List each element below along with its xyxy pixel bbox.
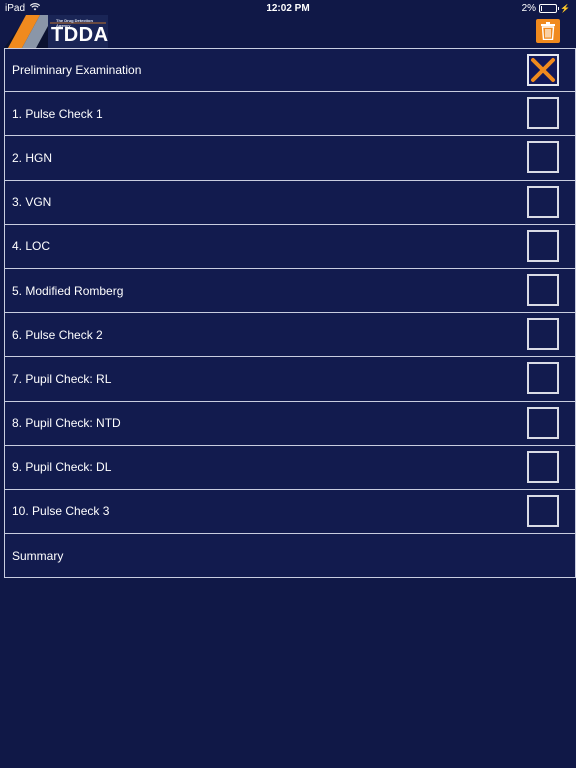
x-mark-icon bbox=[531, 58, 555, 82]
app-header: The Drug Detection Agency TDDA bbox=[0, 15, 576, 48]
exam-step-list: Preliminary Examination 1. Pulse Check 1… bbox=[4, 48, 576, 579]
row-pupil-check-ntd[interactable]: 8. Pupil Check: NTD bbox=[4, 401, 576, 446]
row-pupil-check-dl[interactable]: 9. Pupil Check: DL bbox=[4, 445, 576, 490]
row-label: 9. Pupil Check: DL bbox=[12, 460, 112, 475]
row-label: 2. HGN bbox=[12, 150, 53, 165]
row-summary[interactable]: Summary bbox=[4, 534, 576, 579]
step-checkbox[interactable] bbox=[527, 450, 559, 483]
battery-icon bbox=[539, 4, 560, 13]
step-checkbox[interactable] bbox=[527, 229, 559, 262]
row-label: 1. Pulse Check 1 bbox=[12, 106, 103, 121]
status-right: 2% ⚡ bbox=[522, 3, 570, 14]
row-label: 6. Pulse Check 2 bbox=[12, 327, 103, 342]
row-preliminary-examination[interactable]: Preliminary Examination bbox=[4, 48, 576, 93]
row-vgn[interactable]: 3. VGN bbox=[4, 180, 576, 225]
status-time: 12:02 PM bbox=[266, 3, 310, 14]
row-label: 8. Pupil Check: NTD bbox=[12, 416, 121, 431]
row-label: 5. Modified Romberg bbox=[12, 283, 124, 298]
row-label: 10. Pulse Check 3 bbox=[12, 504, 110, 519]
row-label: 4. LOC bbox=[12, 239, 51, 254]
step-checkbox-checked[interactable] bbox=[527, 54, 559, 86]
row-loc[interactable]: 4. LOC bbox=[4, 224, 576, 269]
step-checkbox[interactable] bbox=[527, 318, 559, 351]
step-checkbox[interactable] bbox=[527, 141, 559, 174]
step-checkbox[interactable] bbox=[527, 494, 559, 527]
step-checkbox[interactable] bbox=[527, 406, 559, 439]
row-modified-romberg[interactable]: 5. Modified Romberg bbox=[4, 268, 576, 314]
row-pulse-check-1[interactable]: 1. Pulse Check 1 bbox=[4, 92, 576, 137]
battery-percent: 2% bbox=[521, 3, 537, 14]
row-pupil-check-rl[interactable]: 7. Pupil Check: RL bbox=[4, 357, 576, 402]
tdda-logo: The Drug Detection Agency TDDA bbox=[4, 15, 108, 48]
row-label: Preliminary Examination bbox=[12, 63, 142, 78]
step-checkbox[interactable] bbox=[527, 185, 559, 218]
row-pulse-check-2[interactable]: 6. Pulse Check 2 bbox=[4, 313, 576, 358]
step-checkbox[interactable] bbox=[527, 273, 559, 306]
charging-icon: ⚡ bbox=[560, 4, 570, 13]
step-checkbox[interactable] bbox=[527, 97, 559, 130]
row-hgn[interactable]: 2. HGN bbox=[4, 136, 576, 181]
row-label: 7. Pupil Check: RL bbox=[12, 371, 112, 386]
row-label: 3. VGN bbox=[12, 195, 52, 210]
step-checkbox[interactable] bbox=[527, 362, 559, 395]
delete-button[interactable] bbox=[536, 19, 560, 43]
row-pulse-check-3[interactable]: 10. Pulse Check 3 bbox=[4, 489, 576, 535]
logo-text: TDDA bbox=[51, 24, 109, 46]
trash-icon bbox=[541, 22, 555, 40]
row-label: Summary bbox=[12, 548, 64, 563]
